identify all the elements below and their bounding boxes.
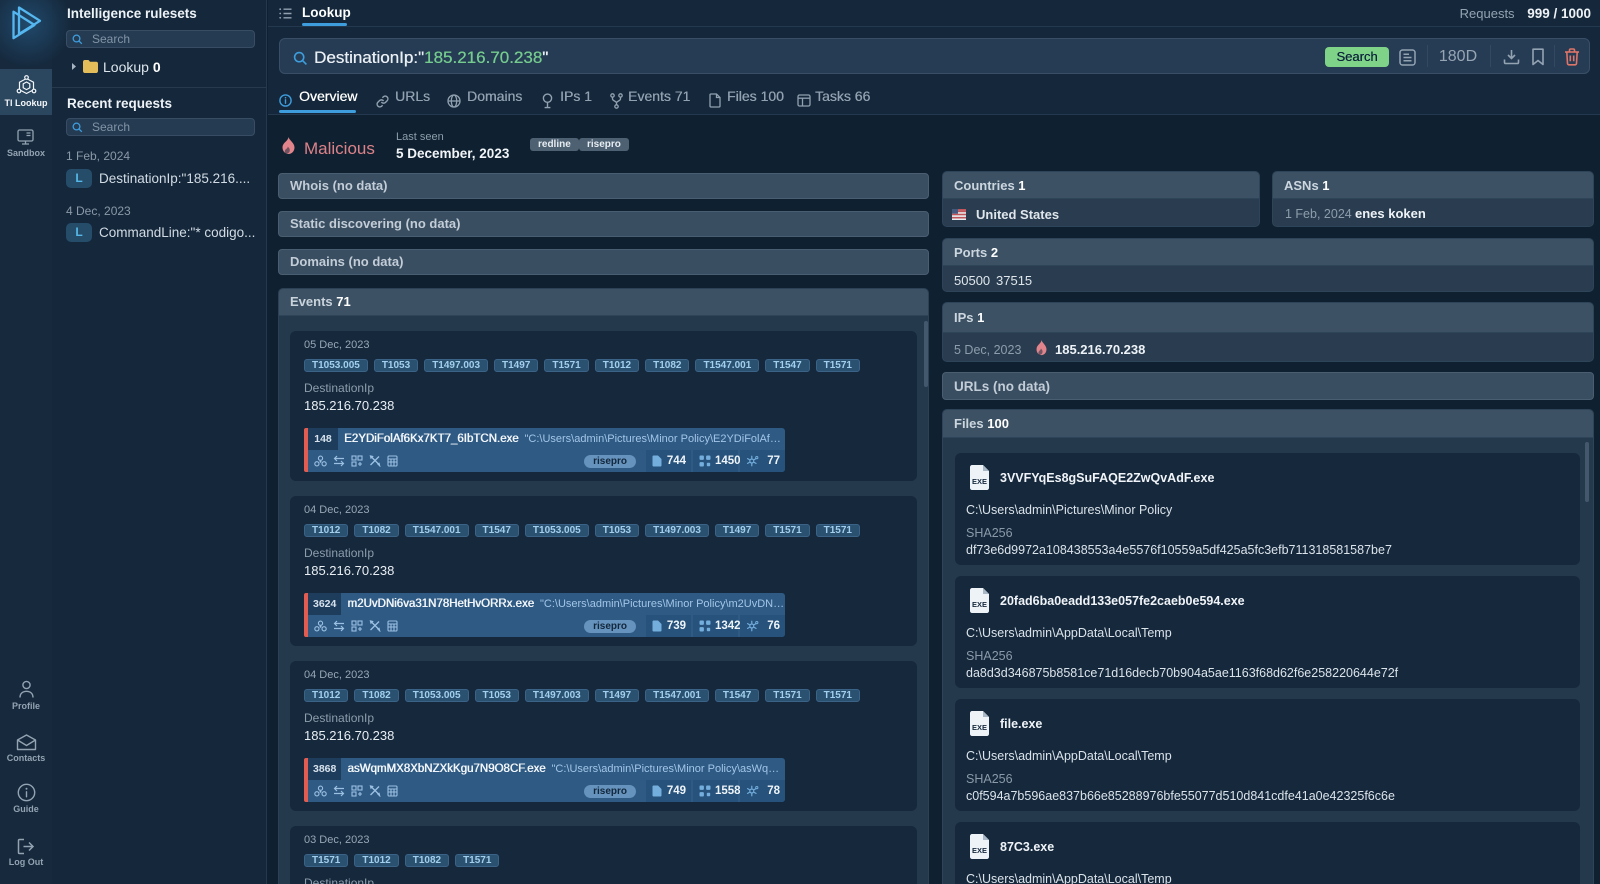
svg-text:EXE: EXE: [972, 600, 987, 609]
svg-text:EXE: EXE: [972, 846, 987, 855]
svg-text:EXE: EXE: [972, 477, 987, 486]
svg-text:EXE: EXE: [972, 723, 987, 732]
